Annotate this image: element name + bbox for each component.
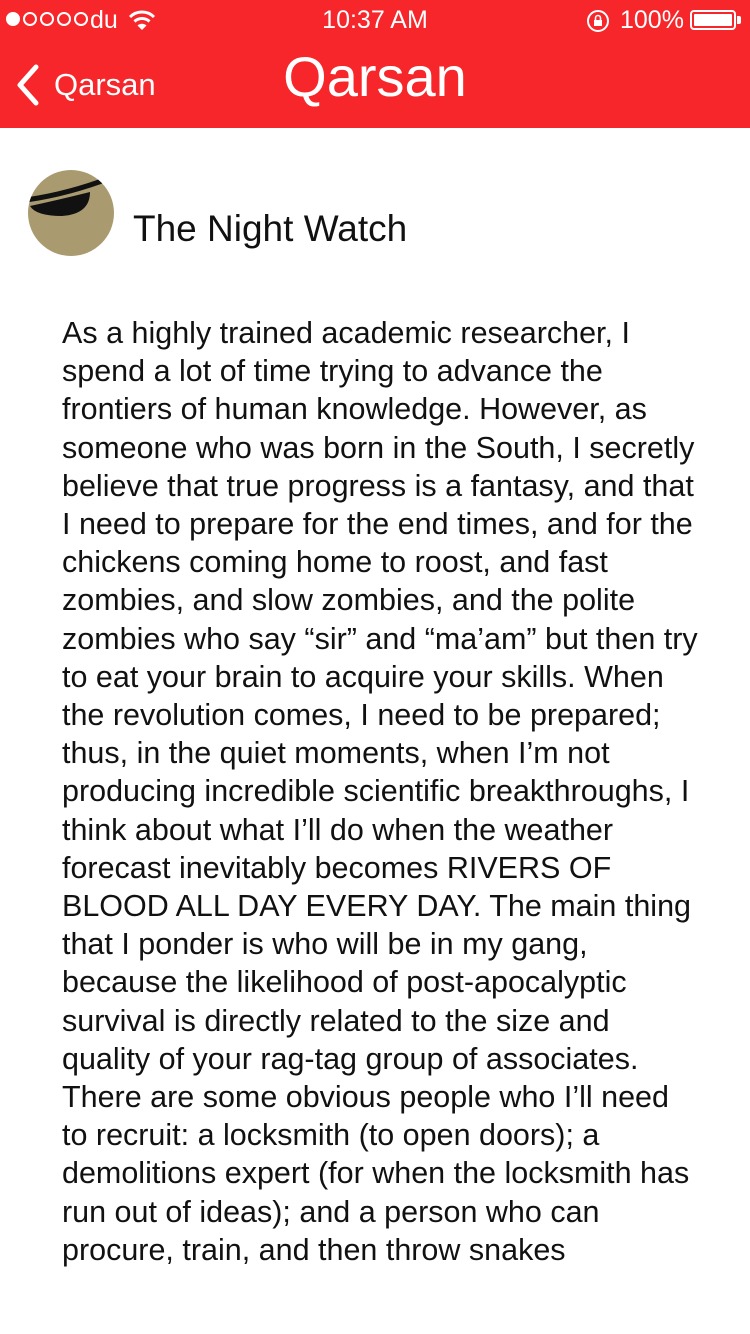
avatar [28, 170, 114, 256]
orientation-lock-icon [587, 10, 609, 32]
navigation-bar: Qarsan Qarsan [0, 40, 750, 128]
article-text: As a highly trained academic researcher,… [62, 316, 698, 1267]
top-bar: du 10:37 AM 100% Qarsan Qarsan [0, 0, 750, 128]
article-body: As a highly trained academic researcher,… [62, 314, 702, 1269]
author-name: The Night Watch [133, 208, 408, 249]
page-title: Qarsan [283, 45, 467, 108]
screen: du 10:37 AM 100% Qarsan Qarsan The Night… [0, 0, 750, 1334]
author-header[interactable]: The Night Watch [28, 170, 728, 260]
battery-icon [690, 10, 736, 30]
battery-tip [737, 16, 741, 24]
status-bar: du 10:37 AM 100% [0, 0, 750, 40]
battery-percent: 100% [620, 6, 684, 34]
eyepatch-icon [28, 175, 111, 216]
